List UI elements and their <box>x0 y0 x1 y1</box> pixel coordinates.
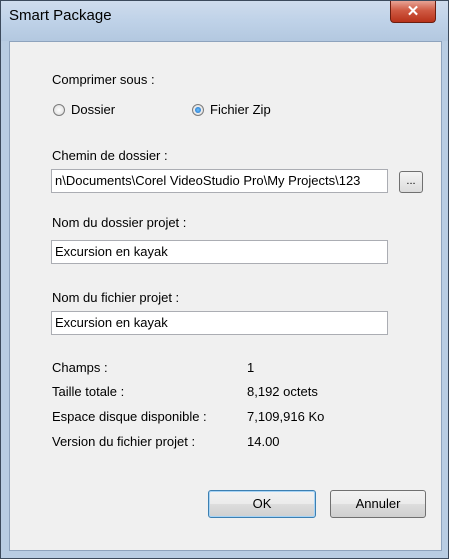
folder-path-input[interactable]: n\Documents\Corel VideoStudio Pro\My Pro… <box>51 169 388 193</box>
dialog-body: Comprimer sous : Dossier Fichier Zip Che… <box>9 41 442 551</box>
project-folder-label: Nom du dossier projet : <box>52 215 187 230</box>
info-label-taille: Taille totale : <box>52 384 125 399</box>
info-value-espace: 7,109,916 Ko <box>247 409 325 424</box>
info-label-espace: Espace disque disponible : <box>52 409 207 424</box>
window-title: Smart Package <box>9 7 112 24</box>
smart-package-dialog: Smart Package ✕ Comprimer sous : Dossier… <box>0 0 449 559</box>
radio-dossier-label[interactable]: Dossier <box>71 102 115 117</box>
close-button[interactable]: ✕ <box>390 1 436 23</box>
radio-fichier-zip-label[interactable]: Fichier Zip <box>210 102 271 117</box>
browse-button[interactable]: ... <box>399 171 423 193</box>
info-value-version: 14.00 <box>247 434 280 449</box>
cancel-button[interactable]: Annuler <box>330 490 426 518</box>
info-label-version: Version du fichier projet : <box>52 434 196 449</box>
info-value-champs: 1 <box>247 360 255 375</box>
project-file-label: Nom du fichier projet : <box>52 290 180 305</box>
info-label-champs: Champs : <box>52 360 108 375</box>
radio-fichier-zip[interactable] <box>192 104 204 116</box>
compress-label: Comprimer sous : <box>52 72 155 87</box>
folder-path-label: Chemin de dossier : <box>52 148 168 163</box>
project-folder-input[interactable]: Excursion en kayak <box>51 240 388 264</box>
close-icon: ✕ <box>406 3 420 20</box>
info-value-taille: 8,192 octets <box>247 384 318 399</box>
title-bar[interactable]: Smart Package ✕ <box>1 1 448 41</box>
radio-dossier[interactable] <box>53 104 65 116</box>
ok-button[interactable]: OK <box>208 490 316 518</box>
project-file-input[interactable]: Excursion en kayak <box>51 311 388 335</box>
